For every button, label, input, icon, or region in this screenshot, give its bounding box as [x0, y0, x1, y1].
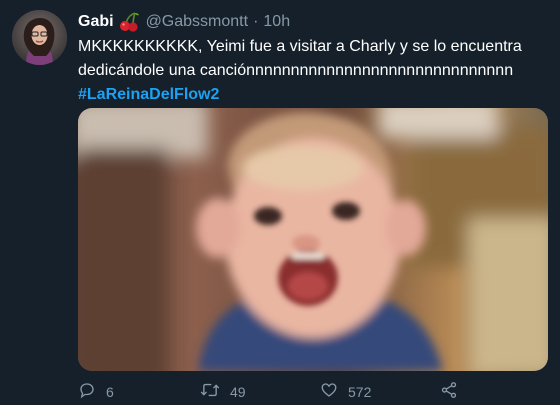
share-icon — [440, 381, 468, 402]
retweet-icon — [200, 381, 230, 402]
tweet-media-image[interactable] — [78, 108, 548, 371]
separator-dot: · — [253, 13, 259, 30]
tweet-text: MKKKKKKKKKK, Yeimi fue a visitar a Charl… — [78, 35, 548, 107]
like-button[interactable]: 572 — [320, 381, 371, 402]
tweet-header: Gabi @Gabssmontt · 10h — [78, 11, 290, 33]
reply-button[interactable]: 6 — [78, 381, 114, 402]
share-button[interactable] — [440, 381, 468, 402]
retweet-count: 49 — [230, 383, 246, 400]
reply-icon — [78, 381, 106, 402]
avatar[interactable] — [12, 10, 67, 65]
reply-count: 6 — [106, 383, 114, 400]
retweet-button[interactable]: 49 — [200, 381, 246, 402]
tweet-actions: 6 49 572 — [78, 381, 548, 403]
tweet-timestamp[interactable]: 10h — [263, 13, 290, 31]
cherries-emoji — [118, 12, 140, 32]
author-name[interactable]: Gabi — [78, 13, 114, 31]
author-handle[interactable]: @Gabssmontt — [146, 13, 249, 31]
tweet-text-line-1: MKKKKKKKKKK, Yeimi fue a visitar a Charl… — [78, 38, 522, 55]
tweet-text-line-2: dedicándole una canciónnnnnnnnnnnnnnnnnn… — [78, 62, 514, 79]
tweet[interactable]: Gabi @Gabssmontt · 10h MKKKKKKKKKK, Yeim… — [0, 0, 560, 405]
like-icon — [320, 381, 348, 402]
like-count: 572 — [348, 383, 372, 400]
hashtag-link[interactable]: #LaReinaDelFlow2 — [78, 83, 548, 107]
